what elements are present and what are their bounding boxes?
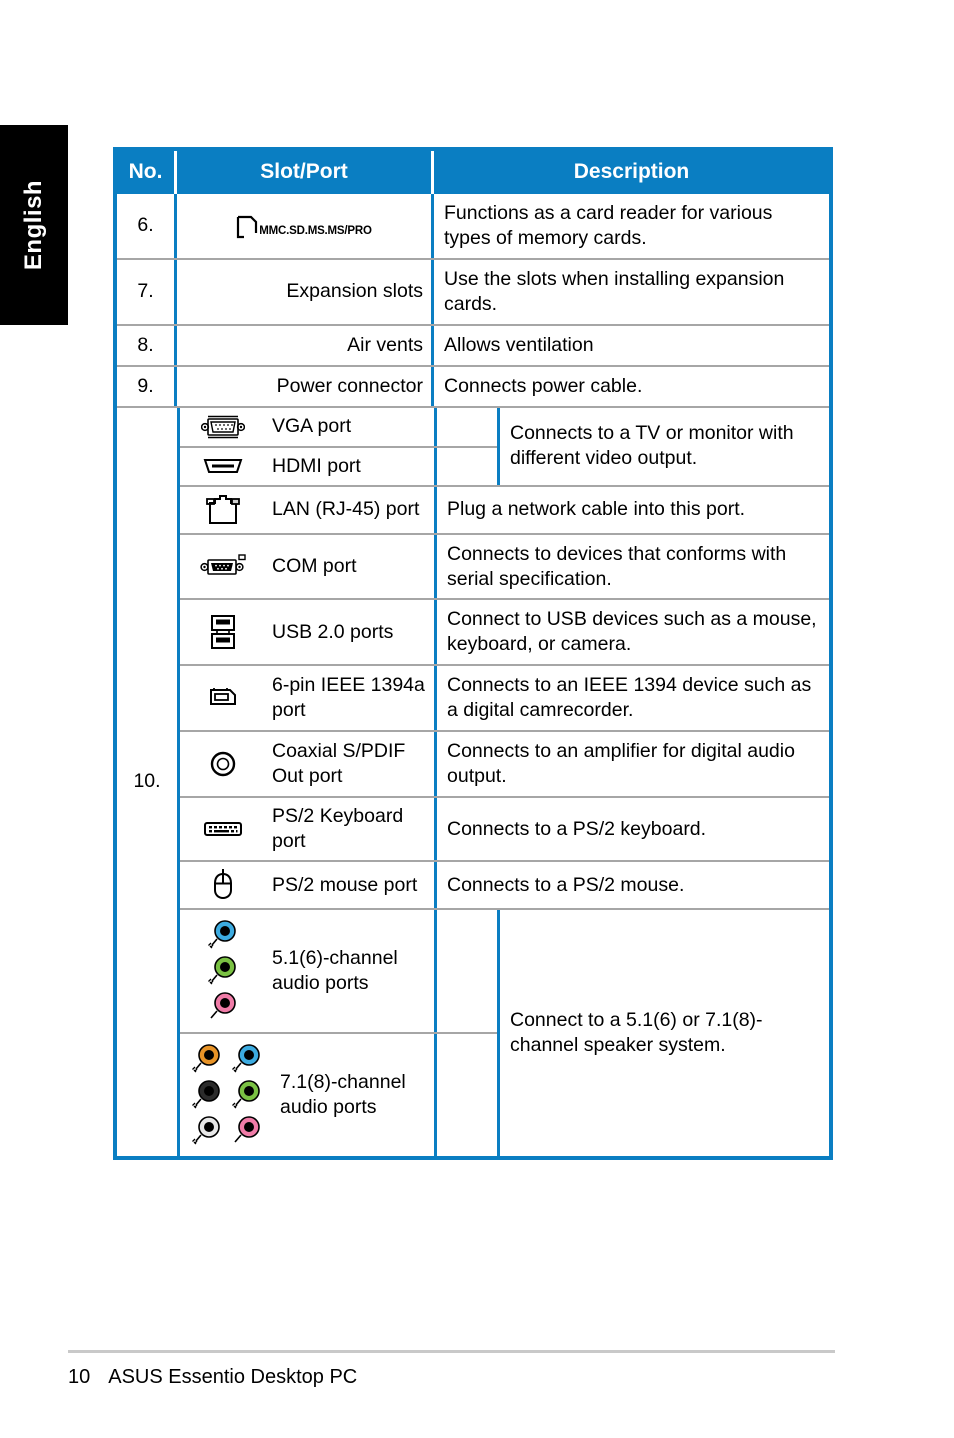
slot-port-cell: 5.1(6)-channel audio ports [180,910,437,1033]
audio-jack-line-out [208,956,236,985]
description-cell: Allows ventilation [444,333,594,356]
audio-port-list: 5.1(6)-channel audio ports 7.1(8)-channe… [180,910,500,1157]
slot-port-cell: Expansion slots [177,259,434,324]
ps2-mouse-icon [184,868,262,902]
audio-jacks-51-icon [184,918,262,1024]
column-header-description: Description [573,160,690,183]
slot-port-cell: MMC.SD.MS.MS/PRO [177,193,434,258]
description-cell: Functions as a card reader for various t… [444,201,773,249]
table-subrow: VGA port [180,407,500,448]
table-row: 6. MMC.SD.MS.MS/PRO Functions as a card … [117,193,829,260]
audio-jack-stack [206,918,240,1024]
language-tab: English [0,125,68,325]
description-cell: Connects to a PS/2 mouse. [447,873,685,896]
footer-page-number: 10 [68,1366,91,1388]
port-label: 6-pin IEEE 1394a port [272,674,425,722]
table-subrow-audio: 5.1(6)-channel audio ports 7.1(8)-channe… [180,910,829,1157]
table-row-group-10: 10. VGA port HDMI port Connects to a TV … [117,407,829,1157]
slot-port-cell: 6-pin IEEE 1394a port [180,666,437,731]
description-cell: Connect to USB devices such as a mouse, … [447,608,817,656]
audio-jack-line-in [232,1044,260,1073]
description-cell: Plug a network cable into this port. [447,498,746,521]
port-label: Coaxial S/PDIF Out port [272,740,406,788]
table-row: 9. Power connector Connects power cable. [117,366,829,408]
description-cell: Connects to an amplifier for digital aud… [447,740,795,788]
port-label: 7.1(8)-channel audio ports [280,1071,406,1119]
hdmi-port-icon [184,456,262,476]
table-subrow: 7.1(8)-channel audio ports [180,1034,500,1157]
port-label: 5.1(6)-channel audio ports [272,947,398,995]
port-label: LAN (RJ-45) port [272,498,420,521]
row-number: 6. [117,193,177,258]
ieee1394-port-icon [184,684,262,712]
description-cell: Connects to devices that conforms with s… [447,542,787,590]
table-subrow: Coaxial S/PDIF Out port Connects to an a… [180,732,829,799]
footer-divider [68,1350,835,1353]
audio-jack-grid [190,1042,264,1148]
table-subrow: COM port Connects to devices that confor… [180,534,829,601]
usb-port-icon [184,613,262,651]
audio-jack-line-in [208,920,236,949]
audio-jacks-71-icon [184,1042,270,1148]
table-subrow: HDMI port [180,447,500,485]
slot-port-cell: VGA port [180,407,437,446]
table-subrow: 5.1(6)-channel audio ports [180,910,500,1035]
video-port-list: VGA port HDMI port [180,407,500,485]
slot-port-cell: LAN (RJ-45) port [180,486,437,533]
table-subrow: 6-pin IEEE 1394a port Connects to an IEE… [180,666,829,733]
description-cell: Connect to a 5.1(6) or 7.1(8)-channel sp… [497,910,829,1157]
audio-jack-microphone [210,992,236,1019]
slot-port-cell: 7.1(8)-channel audio ports [180,1034,437,1157]
description-cell: Connects to an IEEE 1394 device such as … [447,674,812,722]
audio-jack-rear-speaker [192,1080,220,1109]
slot-port-cell: PS/2 Keyboard port [180,798,437,861]
port-label: COM port [272,555,357,578]
row-number: 8. [117,325,177,365]
slot-port-cell: HDMI port [180,447,437,485]
com-port-icon [184,552,262,582]
slot-port-cell: Power connector [177,366,434,406]
audio-jack-center-subwoofer [192,1116,220,1145]
port-label: PS/2 mouse port [272,873,418,896]
table-row: 7. Expansion slots Use the slots when in… [117,259,829,326]
page-footer: 10 ASUS Essentio Desktop PC [68,1366,357,1389]
audio-jack-side-speaker [192,1044,220,1073]
port-label: PS/2 Keyboard port [272,805,404,853]
description-cell: Connects power cable. [444,374,643,397]
slot-port-cell: PS/2 mouse port [180,862,437,909]
table-subrow-video: VGA port HDMI port Connects to a TV or m… [180,407,829,487]
audio-jack-microphone [234,1116,260,1143]
vga-port-icon [184,414,262,440]
coaxial-spdif-icon [184,749,262,779]
card-reader-icon-label: MMC.SD.MS.MS/PRO [259,225,372,238]
slot-port-cell: Coaxial S/PDIF Out port [180,732,437,797]
language-tab-label: English [20,179,47,271]
table-header-row: No. Slot/Port Description [117,151,829,194]
column-header-slot-port: Slot/Port [177,151,434,194]
column-header-no: No. [117,151,177,194]
slot-port-cell: COM port [180,534,437,599]
table-subrow: LAN (RJ-45) port Plug a network cable in… [180,486,829,535]
table-row: 8. Air vents Allows ventilation [117,325,829,367]
description-cell: Connects to a PS/2 keyboard. [447,817,707,840]
footer-document-title: ASUS Essentio Desktop PC [108,1366,358,1388]
table-subrow: PS/2 Keyboard port Connects to a PS/2 ke… [180,798,829,863]
port-label: HDMI port [272,454,361,477]
port-label: USB 2.0 ports [272,620,394,643]
row-number: 10. [117,407,180,1157]
specifications-table: No. Slot/Port Description 6. MMC.SD.MS.M… [113,147,833,1161]
card-reader-icon: MMC.SD.MS.MS/PRO [236,213,372,239]
description-cell: Connects to a TV or monitor with differe… [497,407,829,485]
table-subrow: USB 2.0 ports Connect to USB devices suc… [180,600,829,667]
slot-port-cell: Air vents [177,325,434,365]
ps2-keyboard-icon [184,818,262,840]
slot-port-cell: USB 2.0 ports [180,600,437,665]
audio-jack-line-out [232,1080,260,1109]
port-label: VGA port [272,415,352,438]
row-number: 7. [117,259,177,324]
row-number: 9. [117,366,177,406]
table-subrow: PS/2 mouse port Connects to a PS/2 mouse… [180,862,829,911]
description-cell: Use the slots when installing expansion … [444,267,785,315]
lan-rj45-icon [184,493,262,527]
